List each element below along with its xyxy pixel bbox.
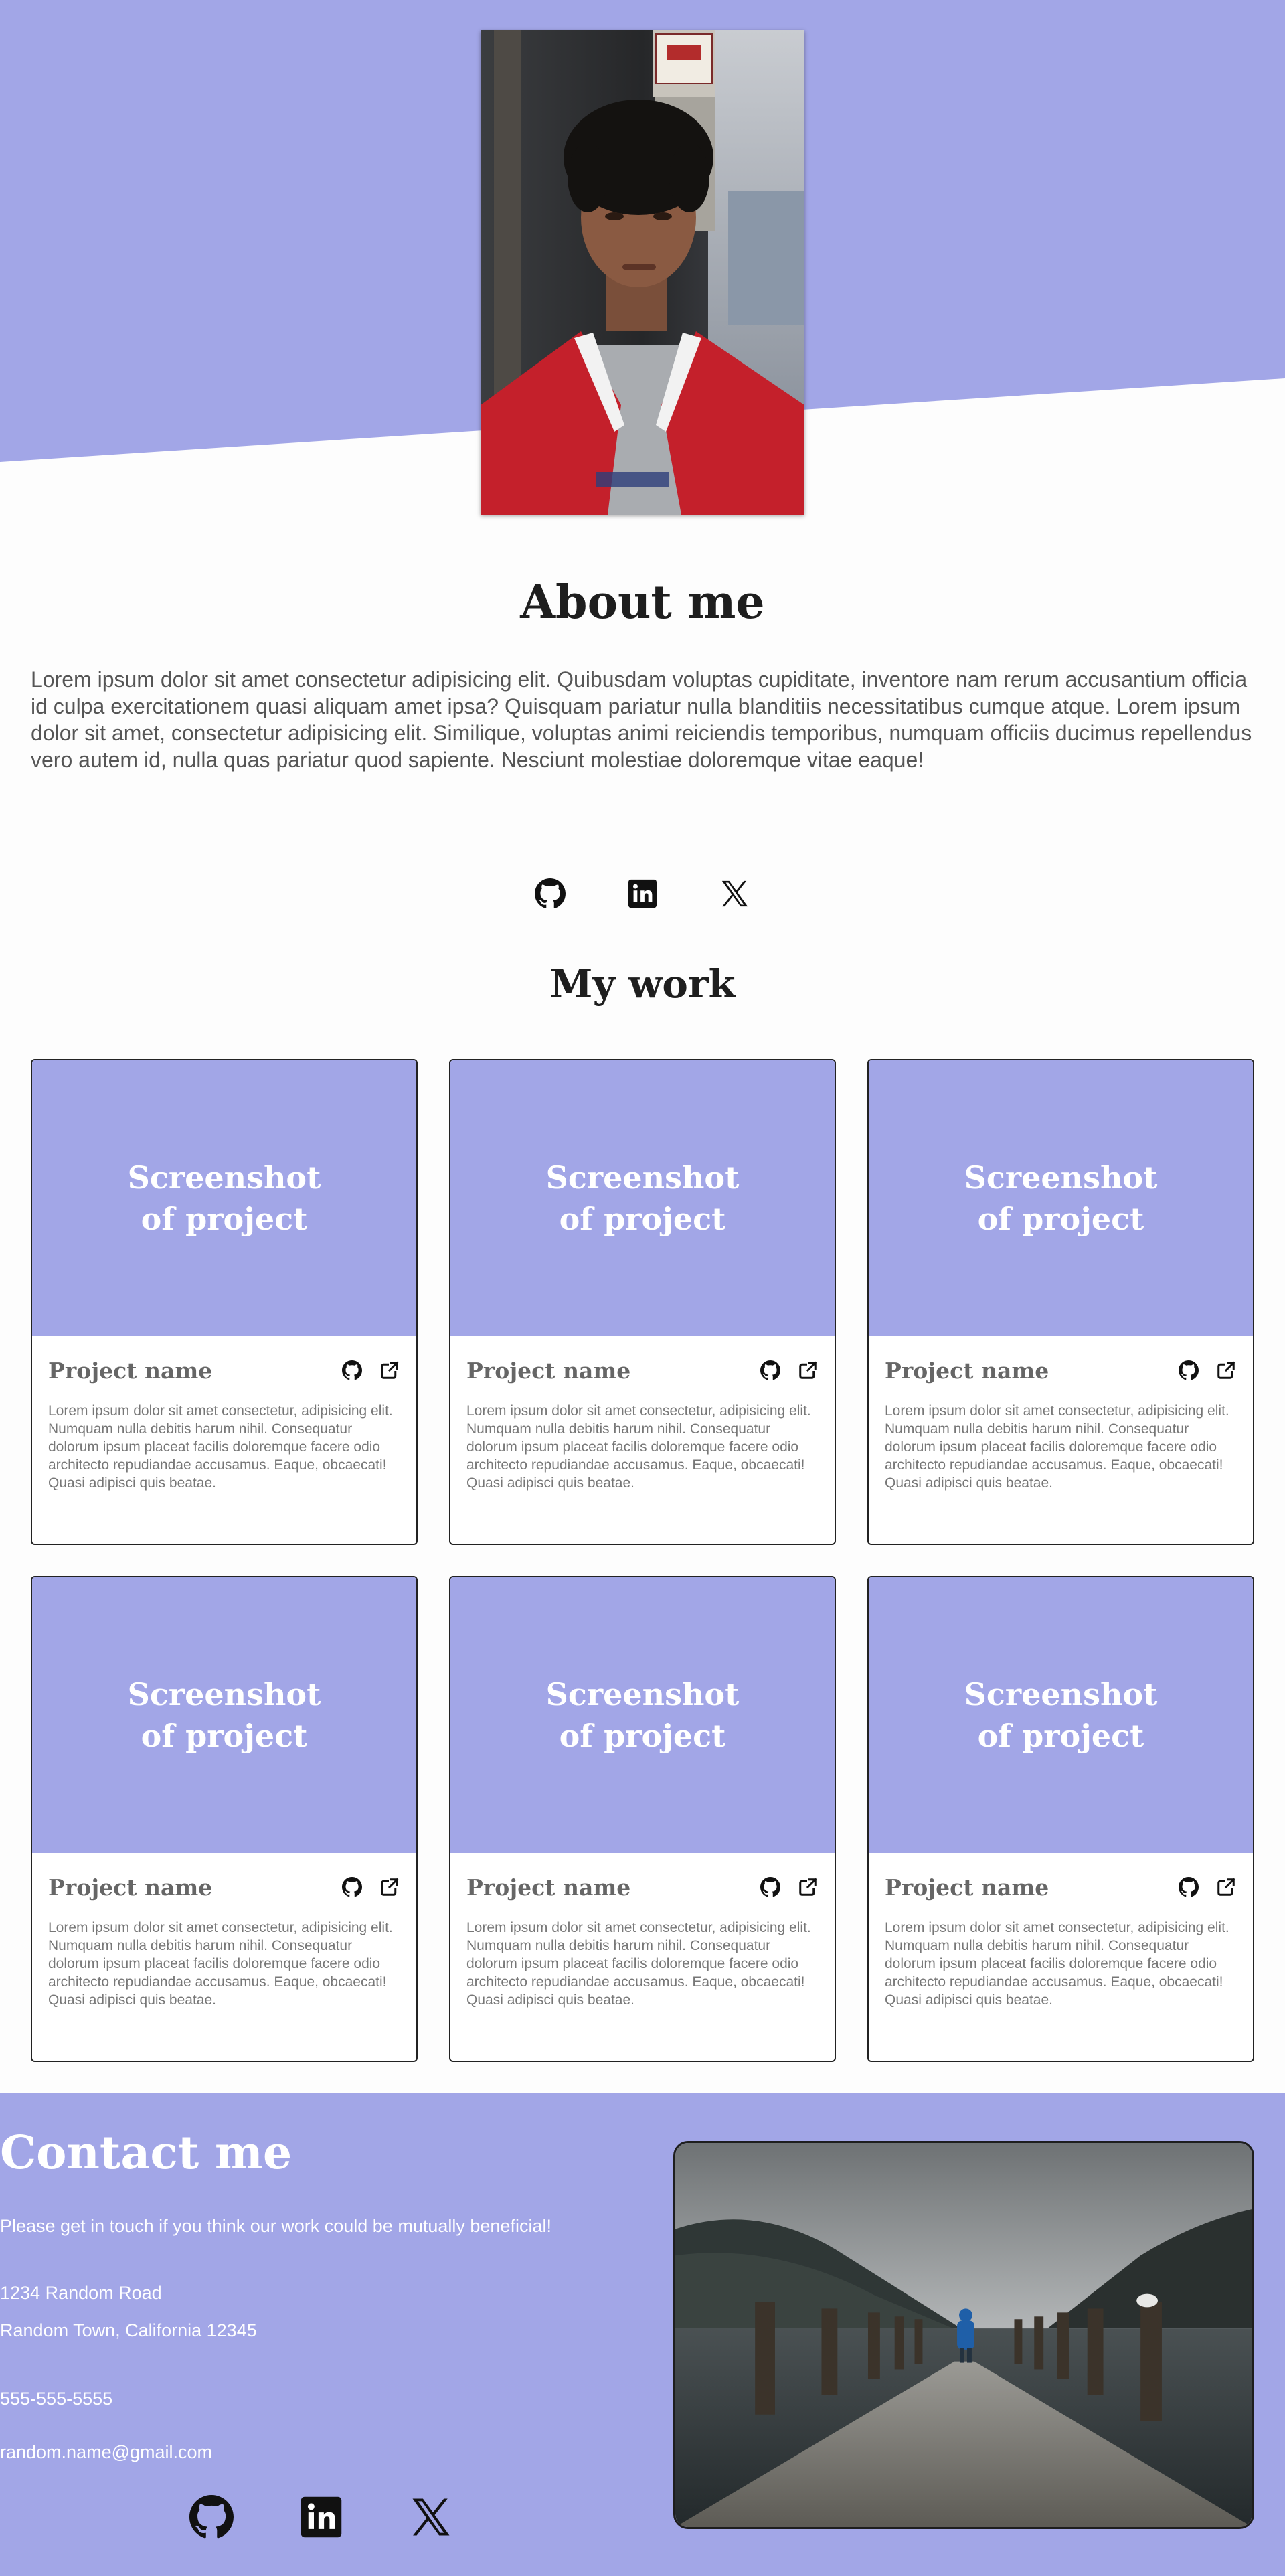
work-title: My work (549, 961, 736, 1007)
project-screenshot: Screenshot of project (32, 1060, 416, 1336)
project-description: Lorem ipsum dolor sit amet consectetur, … (466, 1920, 811, 2008)
contact-section: Contact me Please get in touch if you th… (0, 2093, 1285, 2576)
project-external-link[interactable] (797, 1876, 819, 1898)
project-description: Lorem ipsum dolor sit amet consectetur, … (48, 1403, 393, 1491)
project-external-link[interactable] (379, 1876, 400, 1898)
about-title: About me (520, 576, 765, 629)
github-icon (1179, 1360, 1199, 1380)
linkedin-link[interactable] (299, 2495, 343, 2539)
external-link-icon (1217, 1361, 1235, 1379)
social-links (0, 874, 1285, 914)
project-screenshot: Screenshot of project (450, 1060, 835, 1336)
external-link-icon (1217, 1878, 1235, 1896)
project-description: Lorem ipsum dolor sit amet consectetur, … (48, 1920, 393, 2008)
contact-social-links (0, 2493, 642, 2541)
x-icon (721, 880, 748, 907)
github-link[interactable] (533, 877, 567, 910)
x-link[interactable] (409, 2495, 453, 2539)
x-link[interactable] (718, 877, 752, 910)
external-link-icon (799, 1361, 817, 1379)
project-card: Screenshot of project Project name Lorem… (867, 1576, 1254, 2062)
external-link-icon (799, 1878, 817, 1896)
project-external-link[interactable] (1215, 1876, 1237, 1898)
project-screenshot: Screenshot of project (450, 1577, 835, 1853)
project-external-link[interactable] (1215, 1360, 1237, 1381)
project-name: Project name (885, 1357, 1049, 1384)
github-icon (1179, 1877, 1199, 1897)
contact-phone[interactable]: 555-555-5555 (0, 2389, 642, 2409)
linkedin-icon (628, 879, 657, 908)
project-github-link[interactable] (1178, 1876, 1199, 1898)
project-github-link[interactable] (760, 1360, 781, 1381)
github-icon (760, 1877, 780, 1897)
address-line-2: Random Town, California 12345 (0, 2320, 257, 2340)
project-description: Lorem ipsum dolor sit amet consectetur, … (885, 1403, 1229, 1491)
project-github-link[interactable] (760, 1876, 781, 1898)
github-icon (189, 2495, 234, 2539)
project-description: Lorem ipsum dolor sit amet consectetur, … (885, 1920, 1229, 2008)
external-link-icon (381, 1361, 399, 1379)
github-icon (535, 878, 566, 908)
address-line-1: 1234 Random Road (0, 2283, 162, 2303)
x-icon (412, 2498, 450, 2536)
github-icon (342, 1360, 362, 1380)
project-name: Project name (48, 1874, 213, 1901)
project-screenshot: Screenshot of project (869, 1060, 1253, 1336)
project-screenshot: Screenshot of project (869, 1577, 1253, 1853)
project-name: Project name (466, 1874, 631, 1901)
project-card: Screenshot of project Project name Lorem… (31, 1576, 418, 2062)
project-name: Project name (885, 1874, 1049, 1901)
project-external-link[interactable] (379, 1360, 400, 1381)
project-name: Project name (48, 1357, 213, 1384)
project-card: Screenshot of project Project name Lorem… (449, 1059, 836, 1545)
project-github-link[interactable] (341, 1360, 363, 1381)
contact-email[interactable]: random.name@gmail.com (0, 2442, 642, 2463)
contact-invite-text: Please get in touch if you think our wor… (0, 2216, 551, 2236)
project-grid: Screenshot of project Project name Lorem… (31, 1059, 1254, 2062)
contact-title: Contact me (0, 2126, 292, 2180)
project-card: Screenshot of project Project name Lorem… (31, 1059, 418, 1545)
contact-photo (673, 2141, 1254, 2529)
project-description: Lorem ipsum dolor sit amet consectetur, … (466, 1403, 811, 1491)
github-link[interactable] (189, 2495, 234, 2539)
project-external-link[interactable] (797, 1360, 819, 1381)
linkedin-icon (301, 2496, 342, 2538)
project-github-link[interactable] (341, 1876, 363, 1898)
linkedin-link[interactable] (626, 877, 659, 910)
project-card: Screenshot of project Project name Lorem… (867, 1059, 1254, 1545)
project-card: Screenshot of project Project name Lorem… (449, 1576, 836, 2062)
about-text: Lorem ipsum dolor sit amet consectetur a… (31, 667, 1252, 772)
project-name: Project name (466, 1357, 631, 1384)
project-github-link[interactable] (1178, 1360, 1199, 1381)
github-icon (342, 1877, 362, 1897)
external-link-icon (381, 1878, 399, 1896)
profile-photo (481, 30, 804, 515)
project-screenshot: Screenshot of project (32, 1577, 416, 1853)
github-icon (760, 1360, 780, 1380)
